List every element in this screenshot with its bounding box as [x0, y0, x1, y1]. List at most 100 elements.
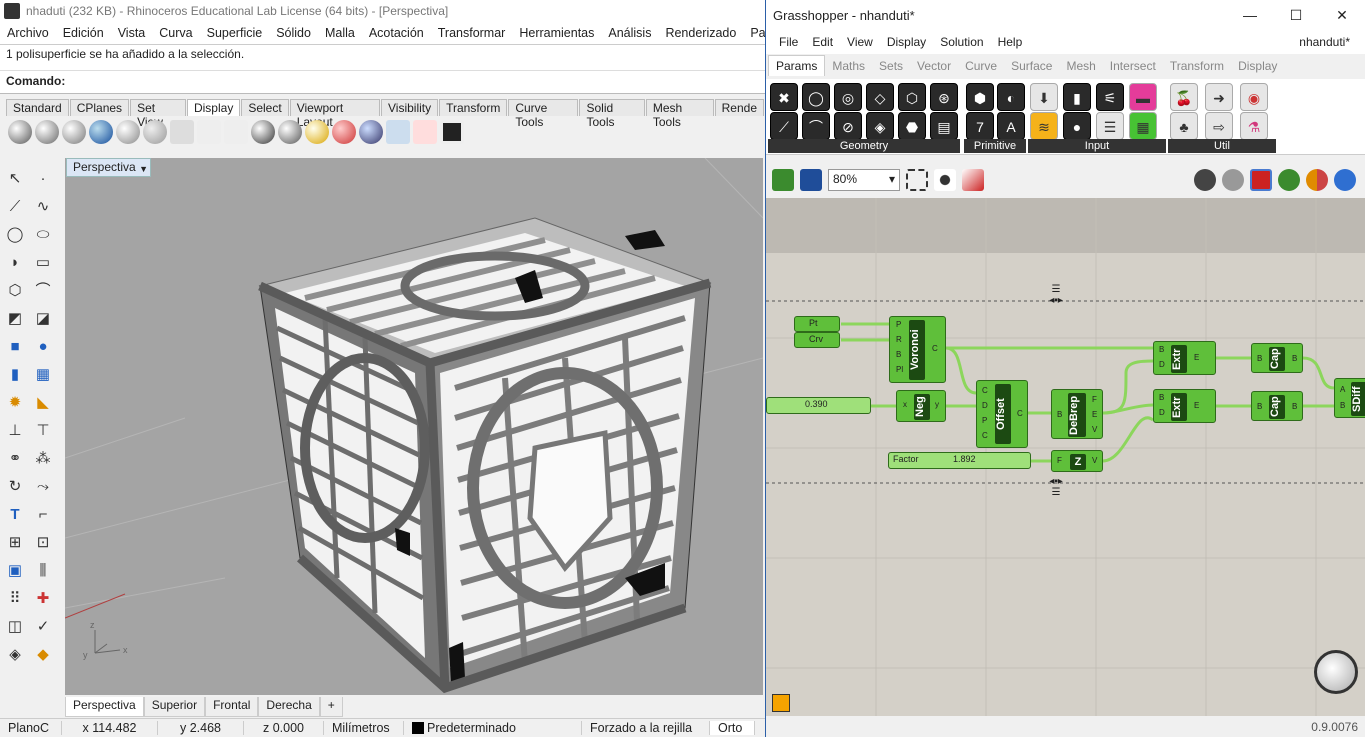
tab-maths[interactable]: Maths [825, 56, 872, 76]
menu-display[interactable]: Display [880, 35, 933, 49]
pin-v[interactable]: V [1092, 425, 1097, 434]
menu-acotacion[interactable]: Acotación [362, 26, 431, 40]
tab-params[interactable]: Params [768, 55, 826, 76]
menu-superficie[interactable]: Superficie [200, 26, 270, 40]
param-point-icon[interactable]: ✖ [770, 83, 798, 111]
input-graph-icon[interactable]: ≋ [1030, 112, 1058, 140]
pin-d[interactable]: D [982, 401, 988, 410]
tab-mesh-tools[interactable]: Mesh Tools [645, 99, 714, 129]
param-boolean-icon[interactable]: ⬢ [966, 83, 994, 111]
check-icon[interactable]: ✓ [32, 616, 54, 638]
cap-component-1[interactable]: B Cap B [1251, 343, 1303, 373]
pin-pl[interactable]: Pl [896, 365, 903, 374]
surface-icon[interactable]: ◩ [4, 308, 26, 330]
menu-renderizado[interactable]: Renderizado [658, 26, 743, 40]
solver-icon[interactable] [1306, 169, 1328, 191]
param-surface-icon[interactable]: ◇ [866, 83, 894, 111]
pin-x[interactable]: x [903, 400, 907, 409]
chevron-down-icon[interactable]: ▼ [139, 161, 148, 178]
sun-icon[interactable] [386, 120, 410, 144]
text-icon[interactable]: T [4, 504, 26, 526]
pin-b-cap2-out[interactable]: B [1292, 402, 1297, 411]
pin-b-cap1-out[interactable]: B [1292, 354, 1297, 363]
input-list-icon[interactable]: ☰ [1096, 112, 1124, 140]
hatch-icon[interactable]: ⫼ [32, 560, 54, 582]
tab-surface[interactable]: Surface [1004, 56, 1059, 76]
pin-b-cap1[interactable]: B [1257, 354, 1262, 363]
pin-a[interactable]: A [1340, 385, 1345, 394]
pin-b-extr1[interactable]: B [1159, 345, 1164, 354]
viewport-title-tab[interactable]: Perspectiva ▼ [66, 158, 151, 177]
input-button-icon[interactable]: ● [1063, 112, 1091, 140]
offset-component[interactable]: C D P C Offset C [976, 380, 1028, 448]
eye-icon[interactable] [934, 169, 956, 191]
param-field-icon[interactable]: ▤ [930, 112, 958, 140]
sketch-icon[interactable] [962, 169, 984, 191]
tab-standard[interactable]: Standard [6, 99, 69, 116]
mesh-icon[interactable]: ▦ [32, 364, 54, 386]
param-brep-icon[interactable]: ⊘ [834, 112, 862, 140]
galapagos-icon[interactable]: ◉ [1240, 83, 1268, 111]
pin-r[interactable]: R [896, 335, 902, 344]
menu-solido[interactable]: Sólido [269, 26, 318, 40]
param-plane-icon[interactable]: ◈ [866, 112, 894, 140]
tab-superior[interactable]: Superior [143, 697, 206, 717]
param-crv[interactable]: Crv [794, 332, 840, 348]
gear-icon[interactable]: ✹ [4, 392, 26, 414]
pin-d-extr2[interactable]: D [1159, 408, 1165, 417]
block-icon[interactable]: ▣ [4, 560, 26, 582]
menu-herramientas[interactable]: Herramientas [512, 26, 601, 40]
move-icon[interactable]: ⤳ [32, 476, 54, 498]
menu-solution[interactable]: Solution [933, 35, 990, 49]
tab-visibility[interactable]: Visibility [380, 99, 439, 116]
solid-difference-component[interactable]: A B SDiff [1334, 378, 1365, 418]
extrude-component-2[interactable]: B D Extr E [1153, 389, 1216, 423]
param-mesh-icon[interactable]: ⊛ [930, 83, 958, 111]
pin-d-extr1[interactable]: D [1159, 360, 1165, 369]
group-handle-bottom[interactable]: ◂▪▸ ☰ [1040, 476, 1072, 500]
input-toggle-icon[interactable]: ▮ [1063, 83, 1091, 111]
perspective-viewport[interactable]: z x y [65, 158, 763, 695]
status-layer[interactable]: Predeterminado [404, 721, 582, 735]
trim-icon[interactable]: ⊥ [4, 420, 26, 442]
param-integer-icon[interactable]: ◐ [997, 83, 1025, 111]
widget-toggle-icon[interactable] [772, 694, 790, 712]
box-icon[interactable]: ■ [4, 336, 26, 358]
render-icon[interactable]: ◈ [4, 644, 26, 666]
status-snap[interactable]: Forzado a la rejilla [582, 721, 710, 735]
tab-curve-tools[interactable]: Curve Tools [508, 99, 579, 129]
tab-curve[interactable]: Curve [958, 56, 1004, 76]
factor-slider[interactable]: Factor 1.892 [888, 452, 1031, 469]
polygon-icon[interactable]: ⬡ [4, 280, 26, 302]
menu-analisis[interactable]: Análisis [601, 26, 658, 40]
point-icon[interactable]: · [32, 168, 54, 190]
pin-f[interactable]: F [1092, 395, 1097, 404]
tab-transform[interactable]: Transform [1163, 56, 1231, 76]
xray-sphere-icon[interactable] [116, 120, 140, 144]
extrude-surface-icon[interactable]: ◪ [32, 308, 54, 330]
param-line-icon[interactable]: ⟋ [770, 112, 798, 140]
input-gradient-icon[interactable]: ▬ [1129, 83, 1157, 111]
paint-icon[interactable]: ◆ [32, 644, 54, 666]
group-handle-top[interactable]: ☰ ◂▪▸ [1040, 284, 1072, 308]
status-ortho[interactable]: Orto [710, 721, 755, 735]
pin-f-z[interactable]: F [1057, 456, 1062, 465]
tab-display[interactable]: Display [186, 99, 241, 116]
menu-edit[interactable]: Edit [805, 35, 840, 49]
arrow-right-icon[interactable]: ➜ [1205, 83, 1233, 111]
bake-icon[interactable] [1278, 169, 1300, 191]
command-prompt[interactable]: Comando: [0, 70, 765, 94]
explode-icon[interactable]: ◣ [32, 392, 54, 414]
wireframe-sphere-icon[interactable] [8, 120, 32, 144]
fillet-icon[interactable]: ⌒ [32, 280, 54, 302]
zoom-extents-icon[interactable] [906, 169, 928, 191]
ellipse-icon[interactable]: ⬭ [32, 224, 54, 246]
pin-y[interactable]: y [935, 400, 939, 409]
circle-icon[interactable]: ◯ [4, 224, 26, 246]
menu-archivo[interactable]: Archivo [0, 26, 56, 40]
param-box-icon[interactable]: ⬡ [898, 83, 926, 111]
maximize-icon[interactable]: ☐ [1273, 0, 1319, 30]
param-pt[interactable]: Pt [794, 316, 840, 332]
tab-mesh[interactable]: Mesh [1059, 56, 1102, 76]
menu-view[interactable]: View [840, 35, 880, 49]
